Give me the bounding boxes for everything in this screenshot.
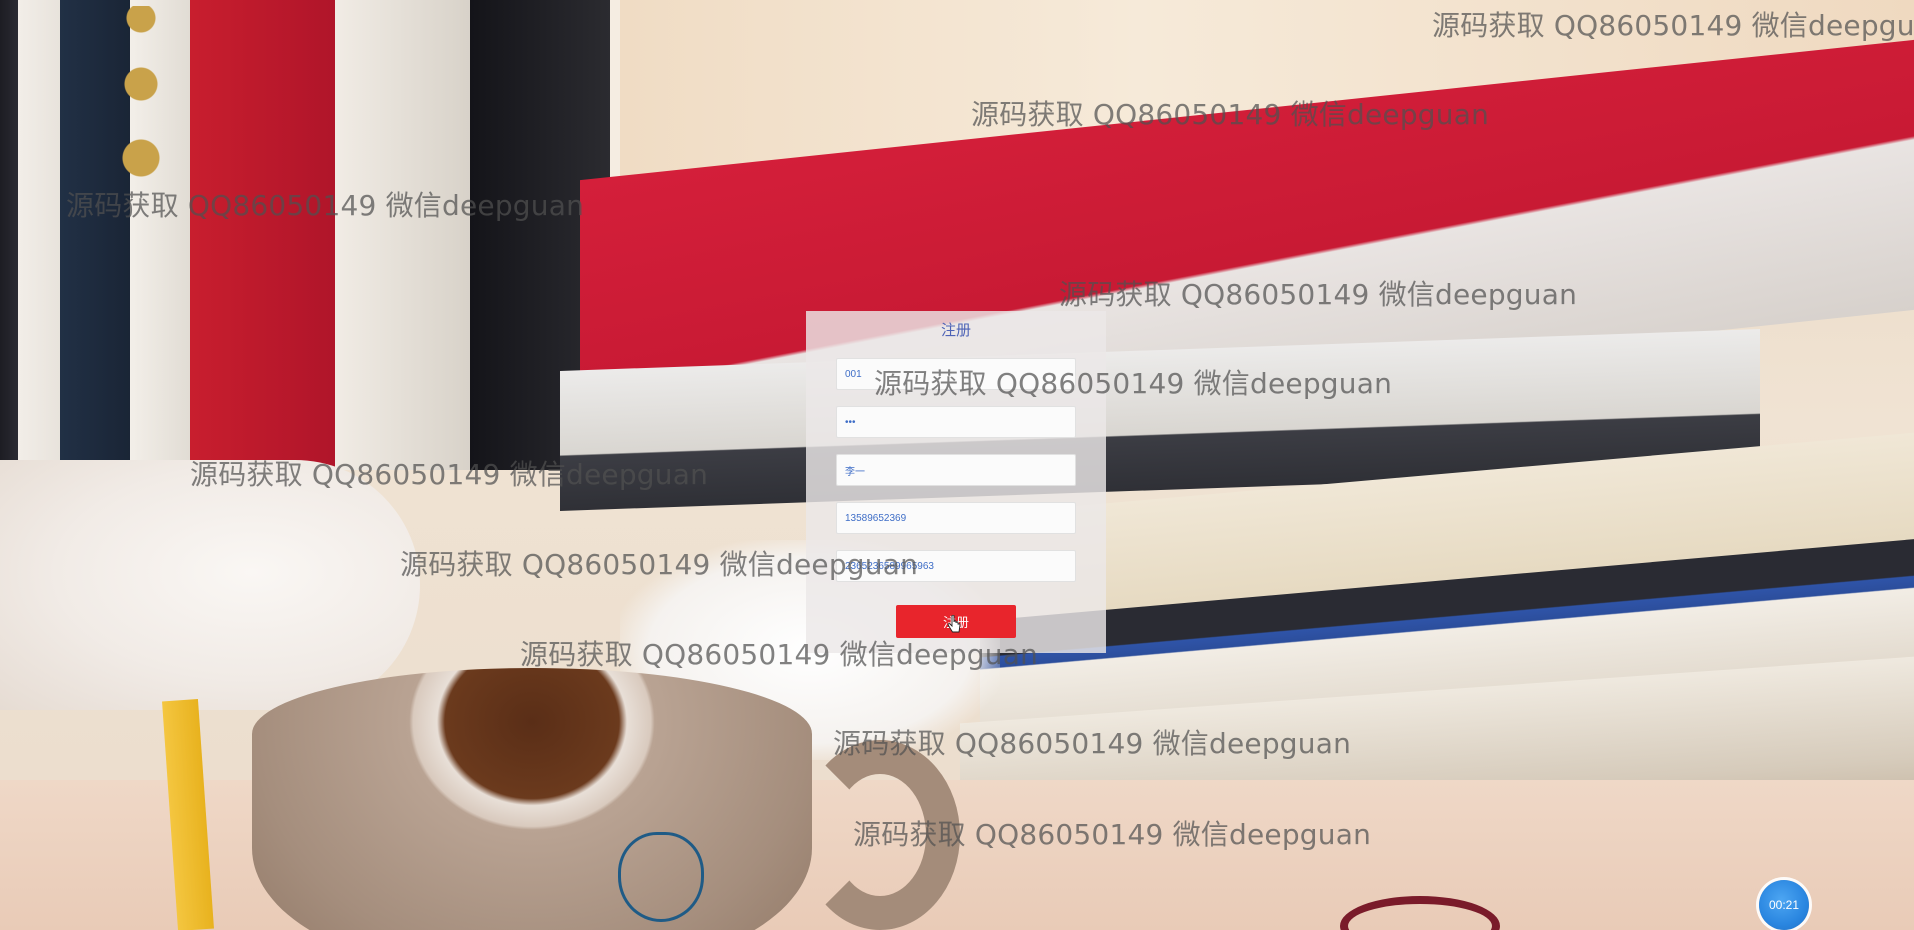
book-spine-decoration [118,6,164,196]
cup-handle-image [800,740,960,930]
phone-input[interactable] [836,502,1076,534]
name-input[interactable] [836,454,1076,486]
username-input[interactable] [836,358,1076,390]
register-title: 注册 [940,321,971,339]
register-panel: 注册 注册 [806,311,1106,653]
page-background: 注册 注册 源码获取 QQ86050149 微信deepguan 源码获取 QQ… [0,0,1914,930]
recording-timer[interactable]: 00:21 [1759,880,1809,930]
coffee-cup-image [252,668,812,930]
bookshelf-background [0,0,620,470]
id-number-input[interactable] [836,550,1076,582]
dog-logo-icon [618,832,704,922]
hand-cursor-icon [947,615,961,633]
password-input[interactable] [836,406,1076,438]
paper-roll-image [0,460,420,710]
